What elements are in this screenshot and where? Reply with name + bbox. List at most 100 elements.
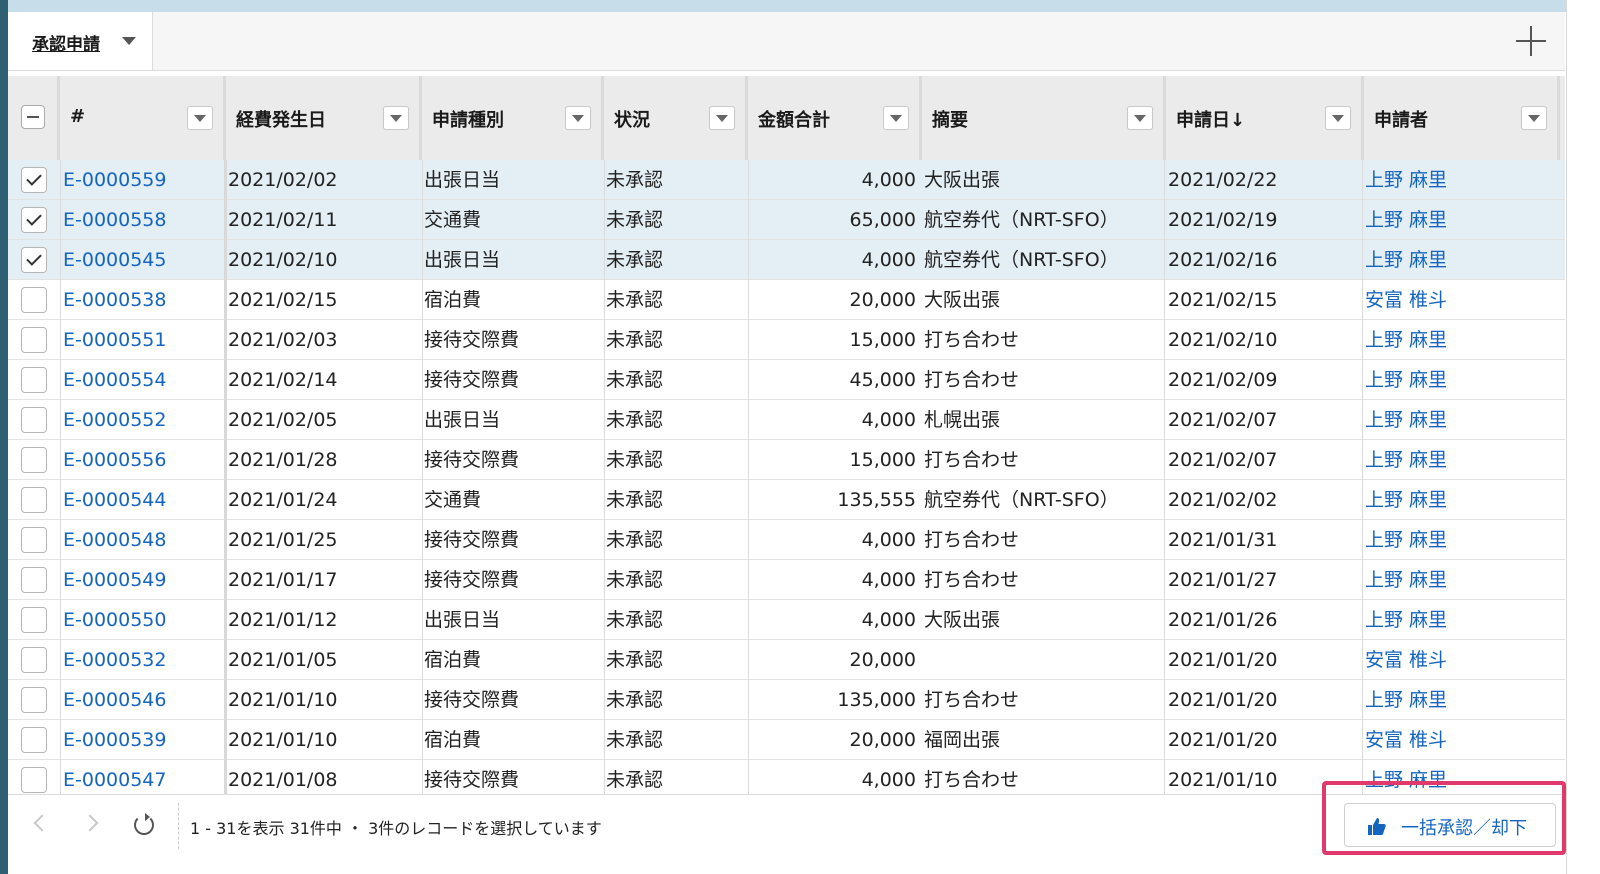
- column-menu-icon[interactable]: [1325, 106, 1351, 130]
- cell-id[interactable]: E-0000548: [63, 520, 223, 560]
- cell-applicant[interactable]: 上野 麻里: [1365, 520, 1557, 560]
- column-menu-icon[interactable]: [1127, 106, 1153, 130]
- cell-id[interactable]: E-0000539: [63, 720, 223, 760]
- row-checkbox[interactable]: [21, 687, 47, 713]
- header-col-type[interactable]: 申請種別: [422, 76, 604, 160]
- select-all-checkbox[interactable]: [21, 105, 45, 129]
- previous-page-icon[interactable]: [33, 814, 51, 832]
- cell-amount: 4,000: [861, 769, 916, 791]
- header-col-applicant[interactable]: 申請者: [1364, 76, 1560, 160]
- column-menu-icon[interactable]: [883, 106, 909, 130]
- table-row[interactable]: E-0000559 2021/02/02 出張日当 未承認 4,000 大阪出張 2021/…: [8, 160, 1565, 200]
- cell-id[interactable]: E-0000550: [63, 600, 223, 640]
- cell-type: 出張日当: [424, 609, 501, 631]
- table-row[interactable]: E-0000552 2021/02/05 出張日当 未承認 4,000 札幌出張 2021/…: [8, 400, 1565, 440]
- cell-memo: [924, 640, 1160, 680]
- table-row[interactable]: E-0000551 2021/02/03 接待交際費 未承認 15,000 打ち合わせ 20…: [8, 320, 1565, 360]
- table-row[interactable]: E-0000550 2021/01/12 出張日当 未承認 4,000 大阪出張 2021/…: [8, 600, 1565, 640]
- column-menu-icon[interactable]: [709, 106, 735, 130]
- cell-id[interactable]: E-0000532: [63, 640, 223, 680]
- cell-applied-date: 2021/01/20: [1168, 729, 1278, 751]
- row-checkbox[interactable]: [21, 207, 47, 233]
- row-checkbox[interactable]: [21, 407, 47, 433]
- header-col-id[interactable]: #: [60, 76, 226, 160]
- table-row[interactable]: E-0000554 2021/02/14 接待交際費 未承認 45,000 打ち合わせ 20…: [8, 360, 1565, 400]
- header-col-memo[interactable]: 摘要: [922, 76, 1166, 160]
- cell-applicant[interactable]: 安富 椎斗: [1365, 720, 1557, 760]
- cell-applied-date: 2021/01/20: [1168, 689, 1278, 711]
- column-menu-icon[interactable]: [565, 106, 591, 130]
- header-col-expense-date[interactable]: 経費発生日: [226, 76, 422, 160]
- cell-id[interactable]: E-0000551: [63, 320, 223, 360]
- cell-applicant[interactable]: 上野 麻里: [1365, 320, 1557, 360]
- cell-applicant[interactable]: 上野 麻里: [1365, 480, 1557, 520]
- cell-amount: 4,000: [861, 409, 916, 431]
- header-col-amount[interactable]: 金額合計: [748, 76, 922, 160]
- cell-id[interactable]: E-0000549: [63, 560, 223, 600]
- table-row[interactable]: E-0000546 2021/01/10 接待交際費 未承認 135,000 打ち合わせ 2…: [8, 680, 1565, 720]
- cell-id[interactable]: E-0000544: [63, 480, 223, 520]
- table-row[interactable]: E-0000545 2021/02/10 出張日当 未承認 4,000 航空券代（NRT-…: [8, 240, 1565, 280]
- cell-id[interactable]: E-0000558: [63, 200, 223, 240]
- cell-id[interactable]: E-0000554: [63, 360, 223, 400]
- row-checkbox[interactable]: [21, 727, 47, 753]
- row-checkbox[interactable]: [21, 167, 47, 193]
- row-checkbox[interactable]: [21, 527, 47, 553]
- cell-applicant[interactable]: 上野 麻里: [1365, 440, 1557, 480]
- cell-applicant[interactable]: 上野 麻里: [1365, 600, 1557, 640]
- tab-approval-requests[interactable]: 承認申請: [8, 12, 153, 70]
- cell-applied-date: 2021/02/15: [1168, 289, 1278, 311]
- add-tab-plus-icon[interactable]: [1516, 26, 1546, 56]
- row-checkbox[interactable]: [21, 367, 47, 393]
- cell-applicant[interactable]: 上野 麻里: [1365, 200, 1557, 240]
- cell-applied-date: 2021/02/22: [1168, 169, 1278, 191]
- table-row[interactable]: E-0000548 2021/01/25 接待交際費 未承認 4,000 打ち合わせ 202…: [8, 520, 1565, 560]
- column-menu-icon[interactable]: [1521, 106, 1547, 130]
- table-row[interactable]: E-0000544 2021/01/24 交通費 未承認 135,555 航空券代（NRT…: [8, 480, 1565, 520]
- cell-applicant[interactable]: 上野 麻里: [1365, 560, 1557, 600]
- cell-applied-date: 2021/01/27: [1168, 569, 1278, 591]
- cell-applicant[interactable]: 上野 麻里: [1365, 680, 1557, 720]
- column-menu-icon[interactable]: [383, 106, 409, 130]
- table-row[interactable]: E-0000538 2021/02/15 宿泊費 未承認 20,000 大阪出張 2021/…: [8, 280, 1565, 320]
- chevron-down-icon[interactable]: [122, 37, 136, 45]
- records-table: # 経費発生日 申請種別 状況 金額合計 摘要 申請日↓ 申請者 E-00005…: [8, 76, 1565, 794]
- column-menu-icon[interactable]: [187, 106, 213, 130]
- bulk-approve-reject-button[interactable]: 一括承認／却下: [1344, 803, 1556, 847]
- cell-applicant[interactable]: 上野 麻里: [1365, 360, 1557, 400]
- row-checkbox[interactable]: [21, 607, 47, 633]
- row-checkbox[interactable]: [21, 287, 47, 313]
- next-page-icon[interactable]: [81, 814, 99, 832]
- table-row[interactable]: E-0000556 2021/01/28 接待交際費 未承認 15,000 打ち合わせ 20…: [8, 440, 1565, 480]
- table-row[interactable]: E-0000539 2021/01/10 宿泊費 未承認 20,000 福岡出張 2021/…: [8, 720, 1565, 760]
- header-col-applied-date[interactable]: 申請日↓: [1166, 76, 1364, 160]
- row-checkbox[interactable]: [21, 247, 47, 273]
- row-checkbox[interactable]: [21, 567, 47, 593]
- cell-memo: 打ち合わせ: [924, 689, 1020, 711]
- header-col-status[interactable]: 状況: [604, 76, 748, 160]
- row-checkbox[interactable]: [21, 327, 47, 353]
- table-row[interactable]: E-0000549 2021/01/17 接待交際費 未承認 4,000 打ち合わせ 202…: [8, 560, 1565, 600]
- cell-applicant[interactable]: 上野 麻里: [1365, 160, 1557, 200]
- refresh-icon[interactable]: [134, 813, 154, 835]
- row-checkbox[interactable]: [21, 447, 47, 473]
- cell-amount: 135,555: [837, 489, 916, 511]
- cell-id[interactable]: E-0000538: [63, 280, 223, 320]
- tab-label[interactable]: 承認申請: [32, 30, 100, 55]
- table-row[interactable]: E-0000532 2021/01/05 宿泊費 未承認 20,000 2021/01/2…: [8, 640, 1565, 680]
- cell-id[interactable]: E-0000559: [63, 160, 223, 200]
- row-checkbox[interactable]: [21, 647, 47, 673]
- table-row[interactable]: E-0000558 2021/02/11 交通費 未承認 65,000 航空券代（NRT-…: [8, 200, 1565, 240]
- cell-applicant[interactable]: 安富 椎斗: [1365, 280, 1557, 320]
- cell-id[interactable]: E-0000547: [63, 760, 223, 794]
- cell-id[interactable]: E-0000545: [63, 240, 223, 280]
- cell-id[interactable]: E-0000556: [63, 440, 223, 480]
- cell-applicant[interactable]: 上野 麻里: [1365, 400, 1557, 440]
- cell-applicant[interactable]: 上野 麻里: [1365, 240, 1557, 280]
- row-checkbox[interactable]: [21, 767, 47, 793]
- row-checkbox[interactable]: [21, 487, 47, 513]
- cell-id[interactable]: E-0000546: [63, 680, 223, 720]
- cell-id[interactable]: E-0000552: [63, 400, 223, 440]
- cell-expense-date: 2021/02/05: [228, 409, 338, 431]
- cell-applicant[interactable]: 安富 椎斗: [1365, 640, 1557, 680]
